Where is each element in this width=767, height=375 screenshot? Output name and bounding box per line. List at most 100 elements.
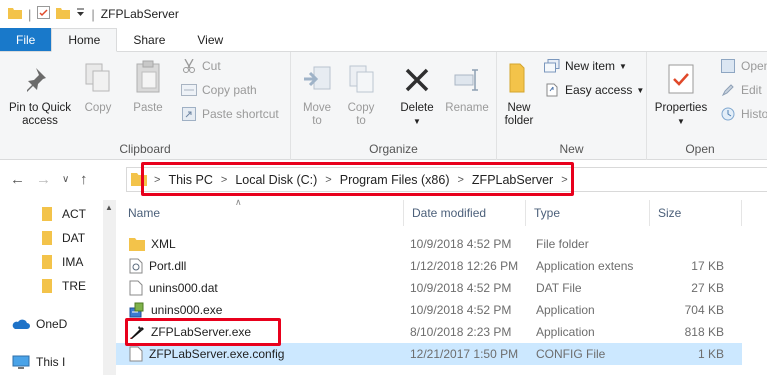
installer-icon xyxy=(129,302,145,318)
edit-button[interactable]: Edit xyxy=(719,82,762,98)
app-icon xyxy=(129,324,145,340)
move-to-button[interactable]: Move to xyxy=(297,58,337,128)
nav-item-onedrive[interactable]: OneD xyxy=(12,314,67,334)
new-folder-button[interactable]: New folder xyxy=(499,58,539,128)
rename-label: Rename xyxy=(445,102,489,114)
paste-shortcut-label: Paste shortcut xyxy=(202,107,279,121)
new-group-label: New xyxy=(559,142,584,156)
easy-access-button[interactable]: Easy access ▼ xyxy=(543,82,644,98)
delete-button[interactable]: Delete ▼ xyxy=(395,58,439,128)
copy-to-button[interactable]: Copy to xyxy=(341,58,381,128)
customize-qa-chevron-icon[interactable] xyxy=(76,8,85,21)
nav-item-dat[interactable]: DAT xyxy=(42,228,85,248)
file-name-cell: ZFPLabServer.exe xyxy=(129,321,251,343)
edit-label: Edit xyxy=(741,83,762,97)
breadcrumb-chevron-icon[interactable]: > xyxy=(325,174,331,186)
new-folder-qa-icon[interactable] xyxy=(56,7,71,22)
open-button[interactable]: Open xyxy=(719,58,767,74)
file-date: 12/21/2017 1:50 PM xyxy=(410,347,519,361)
new-item-icon xyxy=(543,58,561,74)
column-date-label: Date modified xyxy=(412,206,487,220)
file-row[interactable]: unins000.exe 10/9/2018 4:52 PM Applicati… xyxy=(116,299,767,321)
new-folder-icon xyxy=(508,62,530,98)
paste-button[interactable]: Paste xyxy=(128,58,168,115)
paste-shortcut-button[interactable]: Paste shortcut xyxy=(180,106,279,122)
window-title: ZFPLabServer xyxy=(100,7,179,21)
breadcrumb-chevron-icon[interactable]: > xyxy=(154,174,160,186)
rename-icon xyxy=(453,66,481,98)
folder-icon xyxy=(129,237,145,251)
copy-button[interactable]: Copy xyxy=(76,58,120,115)
tab-view[interactable]: View xyxy=(181,28,239,51)
column-header-size[interactable]: Size xyxy=(650,200,742,226)
delete-label: Delete xyxy=(400,102,434,114)
title-bar: | | ZFPLabServer xyxy=(0,0,767,28)
nav-item-ima[interactable]: IMA xyxy=(42,252,83,272)
file-name: ZFPLabServer.exe.config xyxy=(149,347,285,361)
ribbon-tabs: File Home Share View xyxy=(0,28,767,52)
file-size: 17 KB xyxy=(691,259,724,273)
file-name: Port.dll xyxy=(149,259,187,273)
folder-icon xyxy=(42,279,56,293)
tab-share[interactable]: Share xyxy=(117,28,181,51)
file-row[interactable]: unins000.dat 10/9/2018 4:52 PM DAT File … xyxy=(116,277,767,299)
separator: | xyxy=(28,6,32,22)
properties-button[interactable]: Properties ▼ xyxy=(651,58,711,128)
column-header-type[interactable]: Type xyxy=(526,200,650,226)
copy-path-label: Copy path xyxy=(202,83,257,97)
nav-pane-scrollbar[interactable]: ▲ xyxy=(103,200,116,375)
nav-item-this-pc[interactable]: This I xyxy=(12,352,65,372)
new-folder-label-2: folder xyxy=(504,115,534,127)
breadcrumb-this-pc[interactable]: This PC xyxy=(168,173,212,187)
tab-home[interactable]: Home xyxy=(51,28,118,52)
history-label: Histo xyxy=(741,107,767,121)
new-item-button[interactable]: New item ▼ xyxy=(543,58,627,74)
open-group-label: Open xyxy=(685,142,715,156)
folder-icon xyxy=(42,207,56,221)
forward-arrow-icon[interactable]: → xyxy=(36,171,51,188)
breadcrumb-zfplabserver[interactable]: ZFPLabServer xyxy=(472,173,553,187)
file-row-selected[interactable]: ZFPLabServer.exe.config 12/21/2017 1:50 … xyxy=(116,343,742,365)
copy-label: Copy xyxy=(84,102,112,114)
file-row[interactable]: ZFPLabServer.exe 8/10/2018 2:23 PM Appli… xyxy=(116,321,767,343)
paste-shortcut-icon xyxy=(180,106,198,122)
cloud-icon xyxy=(12,318,30,330)
column-header-name[interactable]: Name xyxy=(120,200,404,226)
tab-file[interactable]: File xyxy=(0,28,52,51)
breadcrumb-program-files[interactable]: Program Files (x86) xyxy=(340,173,450,187)
recent-locations-chevron-icon[interactable]: ∨ xyxy=(62,174,69,185)
move-to-label-2: to xyxy=(312,115,322,127)
breadcrumb-chevron-icon[interactable]: > xyxy=(221,174,227,186)
file-list: ∧ Name Date modified Type Size XML 10/9/… xyxy=(116,197,767,375)
nav-item-act[interactable]: ACT xyxy=(42,204,86,224)
file-date: 10/9/2018 4:52 PM xyxy=(410,237,512,251)
file-name: ZFPLabServer.exe xyxy=(151,325,252,339)
file-size: 27 KB xyxy=(691,281,724,295)
breadcrumb-local-disk[interactable]: Local Disk (C:) xyxy=(235,173,317,187)
file-row[interactable]: Port.dll 1/12/2018 12:26 PM Application … xyxy=(116,255,767,277)
breadcrumb-chevron-icon[interactable]: > xyxy=(457,174,463,186)
file-row[interactable]: XML 10/9/2018 4:52 PM File folder xyxy=(116,233,767,255)
nav-item-tre[interactable]: TRE xyxy=(42,276,86,296)
file-icon xyxy=(129,346,143,362)
move-to-icon xyxy=(302,64,332,98)
column-header-date-modified[interactable]: Date modified xyxy=(404,200,526,226)
pin-to-quick-access-button[interactable]: Pin to Quick access xyxy=(4,58,76,128)
breadcrumb-chevron-icon[interactable]: > xyxy=(561,174,567,186)
nav-item-label: ACT xyxy=(62,207,86,221)
file-name-cell: Port.dll xyxy=(129,255,186,277)
history-button[interactable]: Histo xyxy=(719,106,767,122)
rename-button[interactable]: Rename xyxy=(441,58,493,115)
new-item-chevron-icon: ▼ xyxy=(619,61,627,71)
nav-item-label: OneD xyxy=(36,317,68,331)
properties-qa-icon[interactable] xyxy=(37,6,51,22)
delete-x-icon xyxy=(403,66,431,98)
file-date: 8/10/2018 2:23 PM xyxy=(410,325,512,339)
file-type: File folder xyxy=(536,237,589,251)
scroll-up-arrow-icon[interactable]: ▲ xyxy=(105,203,113,212)
up-arrow-icon[interactable]: ↑ xyxy=(80,171,88,188)
copy-path-button[interactable]: Copy path xyxy=(180,82,257,98)
delete-chevron-icon: ▼ xyxy=(413,117,421,126)
back-arrow-icon[interactable]: ← xyxy=(10,171,25,188)
cut-button[interactable]: Cut xyxy=(180,58,221,74)
